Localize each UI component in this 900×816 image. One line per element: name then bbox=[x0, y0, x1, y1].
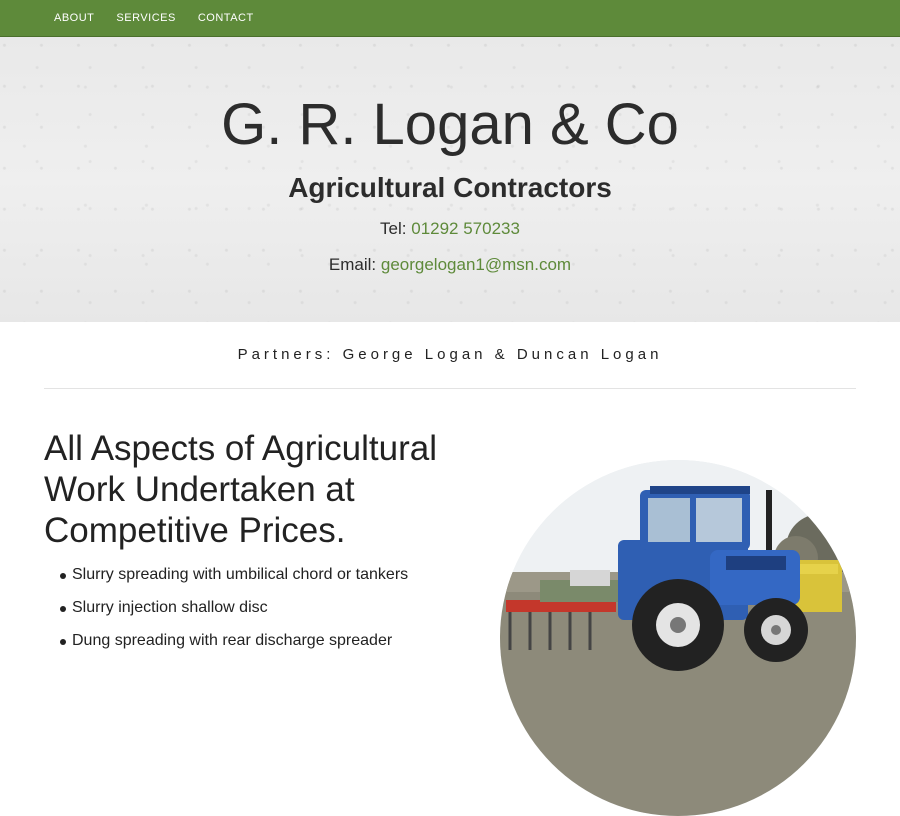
list-item: Dung spreading with rear discharge sprea… bbox=[44, 632, 484, 665]
main-heading: All Aspects of Agricultural Work Underta… bbox=[44, 429, 437, 550]
nav-contact[interactable]: CONTACT bbox=[198, 12, 254, 24]
nav-services[interactable]: SERVICES bbox=[116, 12, 175, 24]
phone-line: Tel: 01292 570233 bbox=[0, 219, 900, 239]
phone-label: Tel: bbox=[380, 219, 407, 238]
tractor-photo bbox=[500, 460, 856, 816]
services-list: Slurry spreading with umbilical chord or… bbox=[44, 566, 484, 665]
section-divider bbox=[44, 388, 856, 389]
list-item: Slurry spreading with umbilical chord or… bbox=[44, 566, 484, 599]
tractor-illustration bbox=[500, 460, 856, 816]
nav-about[interactable]: ABOUT bbox=[54, 12, 94, 24]
site-title: G. R. Logan & Co bbox=[221, 92, 679, 157]
email-link[interactable]: georgelogan1@msn.com bbox=[381, 255, 571, 274]
hero-banner: G. R. Logan & Co Agricultural Contractor… bbox=[0, 37, 900, 322]
list-item: Slurry injection shallow disc bbox=[44, 599, 484, 632]
email-line: Email: georgelogan1@msn.com bbox=[0, 255, 900, 275]
email-label: Email: bbox=[328, 255, 377, 274]
phone-link[interactable]: 01292 570233 bbox=[411, 219, 520, 238]
top-nav: ABOUT SERVICES CONTACT bbox=[0, 0, 900, 37]
partners-line: Partners: George Logan & Duncan Logan bbox=[237, 346, 663, 363]
site-subtitle: Agricultural Contractors bbox=[288, 172, 612, 203]
